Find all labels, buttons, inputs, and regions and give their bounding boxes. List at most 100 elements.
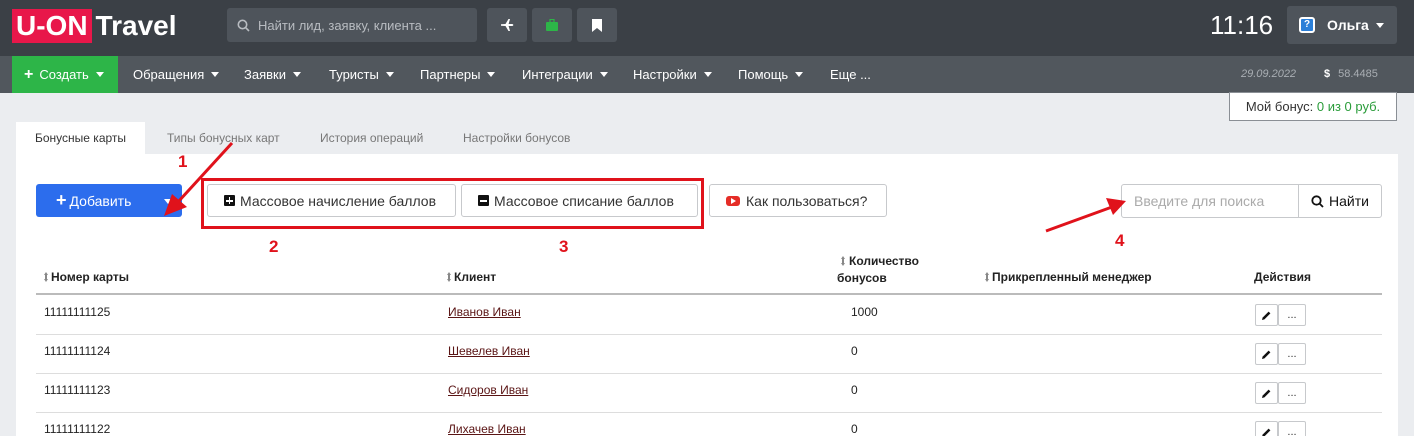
client-link[interactable]: Шевелев Иван xyxy=(448,344,530,358)
how-to-use-label: Как пользоваться? xyxy=(746,192,868,209)
edit-button[interactable] xyxy=(1255,382,1278,404)
edit-button[interactable] xyxy=(1255,421,1278,436)
card-number: 11111111123 xyxy=(44,383,111,397)
col-header-card-number[interactable]: Номер карты xyxy=(44,270,129,284)
logo-travel: Travel xyxy=(95,10,177,41)
global-search-placeholder: Найти лид, заявку, клиента ... xyxy=(258,17,437,33)
col-header-bonus-count[interactable]: Количество бонусов xyxy=(837,253,921,287)
client-link[interactable]: Сидоров Иван xyxy=(448,383,528,397)
bookmark-button[interactable] xyxy=(577,8,617,42)
nav-item-requests[interactable]: Обращения xyxy=(133,56,220,93)
search-button-label: Найти xyxy=(1329,193,1369,209)
chevron-down-icon xyxy=(164,199,172,204)
youtube-icon xyxy=(726,195,740,206)
col-header-actions: Действия xyxy=(1254,270,1312,284)
client-link[interactable]: Иванов Иван xyxy=(448,305,521,319)
nav-item-orders[interactable]: Заявки xyxy=(244,56,301,93)
sort-icon xyxy=(44,272,48,282)
plane-button[interactable] xyxy=(487,8,527,42)
edit-button[interactable] xyxy=(1255,343,1278,365)
tab-bonus-cards[interactable]: Бонусные карты xyxy=(16,122,146,154)
my-bonus-value: 0 из 0 руб. xyxy=(1316,99,1381,114)
sort-icon xyxy=(447,272,451,282)
create-label: Создать xyxy=(39,67,89,82)
nav-label: Партнеры xyxy=(420,67,481,82)
nav-label: Туристы xyxy=(329,67,379,82)
bonus-count: 1000 xyxy=(851,305,878,319)
sort-icon xyxy=(985,272,989,282)
my-bonus-label: Мой бонус: xyxy=(1245,99,1314,114)
plus-icon: + xyxy=(56,190,67,210)
annotation-number-2: 2 xyxy=(269,237,279,256)
how-to-use-button[interactable]: Как пользоваться? xyxy=(709,184,887,217)
clock: 11:16 xyxy=(1210,10,1274,40)
annotation-number-4: 4 xyxy=(1115,231,1125,250)
tab-card-types[interactable]: Типы бонусных карт xyxy=(167,122,280,154)
card-number: 11111111124 xyxy=(44,344,111,358)
client-link[interactable]: Лихачев Иван xyxy=(448,422,526,436)
logo[interactable]: U-ON Travel xyxy=(12,9,177,43)
search-icon xyxy=(1311,194,1324,208)
user-menu[interactable]: ? Ольга xyxy=(1287,6,1397,44)
col-label: бонусов xyxy=(837,271,887,285)
pencil-icon xyxy=(1262,428,1271,436)
nav-item-help[interactable]: Помощь xyxy=(738,56,804,93)
tab-operations-history[interactable]: История операций xyxy=(320,122,423,154)
help-icon[interactable]: ? xyxy=(1299,17,1315,33)
global-search-input[interactable]: Найти лид, заявку, клиента ... xyxy=(227,8,477,42)
my-bonus-box: Мой бонус: 0 из 0 руб. xyxy=(1229,92,1397,121)
user-name: Ольга xyxy=(1327,17,1369,33)
bookmark-icon xyxy=(592,18,602,32)
table-row: 11111111125 Иванов Иван 1000 ... xyxy=(36,295,1382,334)
chevron-down-icon xyxy=(599,72,608,77)
bonus-count: 0 xyxy=(851,344,858,358)
currency-rate: $58.4485 xyxy=(1324,56,1378,93)
more-actions-button[interactable]: ... xyxy=(1278,343,1306,365)
pencil-icon xyxy=(1262,311,1271,320)
annotation-number-3: 3 xyxy=(559,237,569,256)
chevron-down-icon xyxy=(703,72,712,77)
top-bar: U-ON Travel Найти лид, заявку, клиента .… xyxy=(0,0,1414,56)
plane-icon xyxy=(501,19,514,31)
table-row: 11111111124 Шевелев Иван 0 ... xyxy=(36,334,1382,373)
edit-button[interactable] xyxy=(1255,304,1278,326)
chevron-down-icon xyxy=(95,72,104,77)
briefcase-button[interactable] xyxy=(532,8,572,42)
nav-item-partners[interactable]: Партнеры xyxy=(420,56,496,93)
current-date: 29.09.2022 xyxy=(1241,68,1297,80)
nav-label: Интеграции xyxy=(522,67,593,82)
chevron-down-icon xyxy=(385,72,394,77)
rate-value: 58.4485 xyxy=(1338,68,1378,80)
col-header-manager[interactable]: Прикрепленный менеджер xyxy=(985,270,1152,284)
chevron-down-icon xyxy=(795,72,804,77)
card-number: 11111111122 xyxy=(44,422,111,436)
nav-item-settings[interactable]: Настройки xyxy=(633,56,712,93)
more-actions-button[interactable]: ... xyxy=(1278,421,1306,436)
pencil-icon xyxy=(1262,350,1271,359)
bonus-count: 0 xyxy=(851,383,858,397)
plus-icon: + xyxy=(24,65,34,83)
dollar-icon: $ xyxy=(1324,68,1331,80)
sort-icon xyxy=(841,256,845,266)
search-button[interactable]: Найти xyxy=(1298,184,1382,218)
col-label: Количество xyxy=(849,254,919,268)
more-actions-button[interactable]: ... xyxy=(1278,382,1306,404)
nav-item-tourists[interactable]: Туристы xyxy=(329,56,394,93)
more-actions-button[interactable]: ... xyxy=(1278,304,1306,326)
bonus-count: 0 xyxy=(851,422,858,436)
nav-item-more[interactable]: Еще ... xyxy=(830,56,871,93)
tab-bonus-settings[interactable]: Настройки бонусов xyxy=(463,122,570,154)
nav-item-integrations[interactable]: Интеграции xyxy=(522,56,608,93)
col-label: Номер карты xyxy=(51,270,130,284)
add-label: Добавить xyxy=(69,192,132,209)
card-search-input[interactable]: Введите для поиска xyxy=(1121,184,1299,218)
chevron-down-icon xyxy=(292,72,301,77)
create-button[interactable]: + Создать xyxy=(12,56,118,93)
annotation-number-1: 1 xyxy=(178,152,188,171)
add-button[interactable]: + Добавить xyxy=(36,184,182,217)
nav-label: Настройки xyxy=(633,67,697,82)
col-header-client[interactable]: Клиент xyxy=(447,270,496,284)
nav-label: Помощь xyxy=(738,67,789,82)
col-label: Прикрепленный менеджер xyxy=(992,270,1152,284)
annotation-highlight-box xyxy=(201,178,704,229)
